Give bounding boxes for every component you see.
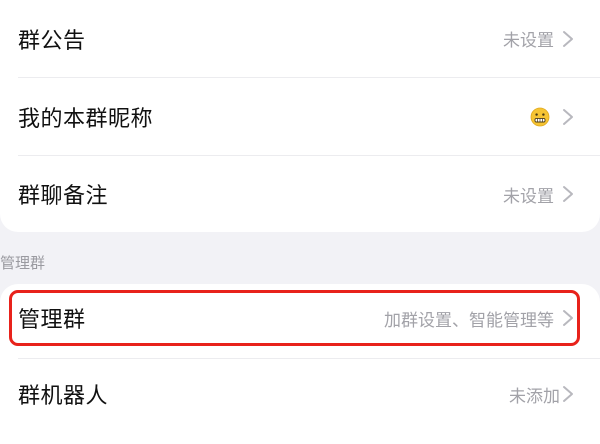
group-announcement-value: 未设置 (503, 31, 554, 51)
group-remark-value: 未设置 (503, 186, 554, 207)
manage-group-row[interactable]: 管理群 加群设置、智能管理等 (0, 288, 600, 348)
group-remark-label: 群聊备注 (18, 184, 109, 209)
my-group-nickname-label: 我的本群昵称 (18, 106, 154, 132)
chevron-right-icon (563, 30, 573, 47)
group-bot-row[interactable]: 群机器人 未添加 (0, 364, 600, 424)
manage-section-header: 管理群 (0, 254, 46, 272)
group-remark-row[interactable]: 群聊备注 未设置 (0, 156, 600, 232)
chevron-right-icon (563, 108, 573, 125)
grimace-emoji-icon (530, 107, 550, 126)
chevron-right-icon (563, 186, 573, 202)
group-bot-value: 未添加 (509, 386, 560, 407)
manage-group-label: 管理群 (18, 308, 86, 333)
group-announcement-row[interactable]: 群公告 未设置 (0, 0, 600, 77)
divider (18, 358, 600, 359)
my-group-nickname-row[interactable]: 我的本群昵称 (0, 78, 600, 155)
chevron-right-icon (563, 310, 573, 326)
group-bot-label: 群机器人 (18, 384, 109, 409)
chevron-right-icon (563, 386, 573, 402)
group-announcement-label: 群公告 (18, 28, 86, 54)
manage-group-value: 加群设置、智能管理等 (384, 310, 554, 331)
